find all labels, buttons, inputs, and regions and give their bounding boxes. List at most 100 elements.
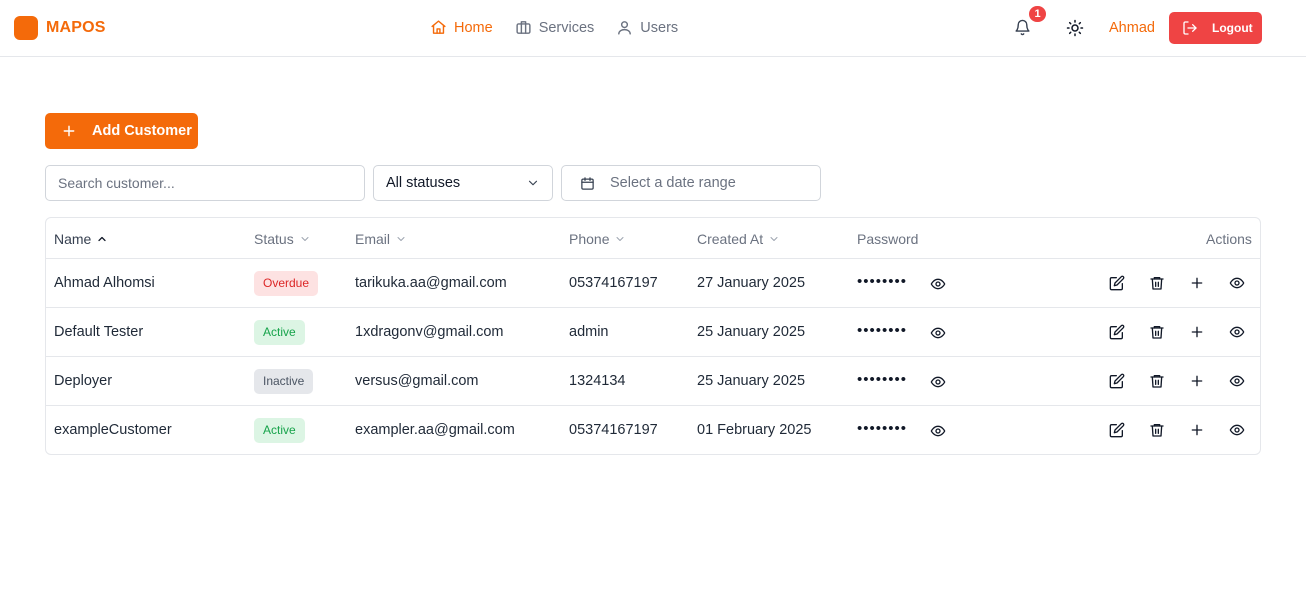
nav-item-services[interactable]: Services	[515, 19, 594, 36]
column-header-name[interactable]: Name	[54, 231, 108, 247]
customer-name: Deployer	[54, 373, 113, 389]
password-mask: ••••••••	[857, 322, 908, 339]
logout-button[interactable]: Logout	[1169, 12, 1262, 44]
table-row: Default Tester Active 1xdragonv@gmail.co…	[46, 308, 1260, 357]
eye-icon	[930, 278, 946, 290]
user-icon	[618, 21, 632, 35]
chevron-down-icon	[528, 180, 538, 186]
column-header-phone[interactable]: Phone	[569, 231, 626, 247]
add-service-button[interactable]	[1189, 373, 1205, 389]
table-row: Deployer Inactive versus@gmail.com 13241…	[46, 357, 1260, 406]
customer-created-at: 27 January 2025	[697, 275, 806, 291]
status-badge: Active	[254, 320, 305, 345]
home-icon	[431, 20, 446, 34]
delete-button[interactable]	[1149, 275, 1165, 291]
view-button[interactable]	[1229, 275, 1245, 291]
customer-email: exampler.aa@gmail.com	[355, 422, 515, 438]
customer-email: 1xdragonv@gmail.com	[355, 324, 504, 340]
password-mask: ••••••••	[857, 420, 908, 437]
show-password-button[interactable]	[930, 325, 946, 341]
customer-created-at: 25 January 2025	[697, 373, 806, 389]
add-service-button[interactable]	[1189, 422, 1205, 438]
logout-icon	[1183, 21, 1197, 35]
customer-name: Default Tester	[54, 324, 144, 340]
theme-toggle-button[interactable]	[1066, 19, 1084, 37]
add-service-button[interactable]	[1189, 275, 1205, 291]
delete-button[interactable]	[1149, 373, 1165, 389]
eye-icon	[930, 376, 946, 388]
status-badge: Inactive	[254, 369, 314, 394]
column-header-password: Password	[857, 231, 918, 247]
column-header-label: Status	[254, 231, 294, 247]
customer-name: Ahmad Alhomsi	[54, 275, 155, 291]
plus-icon	[1191, 375, 1203, 387]
password-mask: ••••••••	[857, 371, 908, 388]
show-password-button[interactable]	[930, 423, 946, 439]
chevron-down-icon	[301, 237, 309, 241]
column-header-status[interactable]: Status	[254, 231, 311, 247]
trash-icon	[1150, 424, 1164, 437]
add-customer-label: Add Customer	[92, 123, 192, 139]
chevron-down-icon	[397, 237, 405, 241]
column-header-label: Created At	[697, 231, 764, 247]
customer-created-at: 25 January 2025	[697, 324, 806, 340]
customer-phone: 1324134	[569, 373, 626, 389]
current-user-name[interactable]: Ahmad	[1109, 20, 1155, 36]
top-navbar: MAPOS Home Services Users 1 Ahmad Logout	[0, 0, 1306, 57]
nav-item-label: Home	[454, 19, 493, 36]
edit-button[interactable]	[1109, 422, 1125, 438]
table-header: Name Status Email Phone Created At Passw…	[46, 218, 1260, 259]
edit-button[interactable]	[1109, 373, 1125, 389]
edit-icon	[1109, 422, 1125, 438]
plus-icon	[63, 125, 75, 137]
password-mask: ••••••••	[857, 273, 908, 290]
brand-logo[interactable]: MAPOS	[14, 16, 106, 40]
delete-button[interactable]	[1149, 324, 1165, 340]
status-badge: Overdue	[254, 271, 319, 296]
eye-icon	[930, 327, 946, 339]
view-button[interactable]	[1229, 373, 1245, 389]
logo-mark-icon	[14, 16, 38, 40]
nav-item-label: Users	[640, 19, 679, 36]
search-input[interactable]	[45, 165, 365, 201]
chevron-down-icon	[770, 237, 778, 241]
column-header-label: Actions	[1206, 231, 1252, 247]
date-range-picker[interactable]: Select a date range	[561, 165, 821, 201]
status-filter-select[interactable]: All statuses	[373, 165, 553, 201]
view-button[interactable]	[1229, 324, 1245, 340]
add-customer-button[interactable]: Add Customer	[45, 113, 198, 149]
delete-button[interactable]	[1149, 422, 1165, 438]
nav-item-users[interactable]: Users	[616, 19, 678, 36]
calendar-icon	[581, 176, 594, 190]
customer-phone: 05374167197	[569, 422, 658, 438]
edit-button[interactable]	[1109, 324, 1125, 340]
customer-name: exampleCustomer	[54, 422, 172, 438]
add-service-button[interactable]	[1189, 324, 1205, 340]
notifications-button[interactable]	[1014, 19, 1032, 37]
customer-email: versus@gmail.com	[355, 373, 479, 389]
nav-item-home[interactable]: Home	[430, 19, 493, 36]
show-password-button[interactable]	[930, 374, 946, 390]
eye-icon	[1229, 326, 1245, 338]
column-header-label: Password	[857, 231, 919, 247]
eye-icon	[1229, 375, 1245, 387]
status-filter-value: All statuses	[386, 175, 461, 191]
customer-phone: 05374167197	[569, 275, 658, 291]
plus-icon	[1191, 424, 1203, 436]
customer-phone: admin	[569, 324, 609, 340]
column-header-email[interactable]: Email	[355, 231, 407, 247]
table-row: exampleCustomer Active exampler.aa@gmail…	[46, 406, 1260, 455]
chevron-down-icon	[616, 237, 624, 241]
trash-icon	[1150, 375, 1164, 388]
date-range-placeholder: Select a date range	[610, 175, 736, 191]
customer-email: tarikuka.aa@gmail.com	[355, 275, 507, 291]
bell-icon	[1015, 19, 1030, 36]
show-password-button[interactable]	[930, 276, 946, 292]
trash-icon	[1150, 277, 1164, 290]
column-header-created-at[interactable]: Created At	[697, 231, 780, 247]
edit-button[interactable]	[1109, 275, 1125, 291]
briefcase-icon	[516, 21, 531, 34]
view-button[interactable]	[1229, 422, 1245, 438]
trash-icon	[1150, 326, 1164, 339]
customers-table: Name Status Email Phone Created At Passw…	[45, 217, 1261, 455]
